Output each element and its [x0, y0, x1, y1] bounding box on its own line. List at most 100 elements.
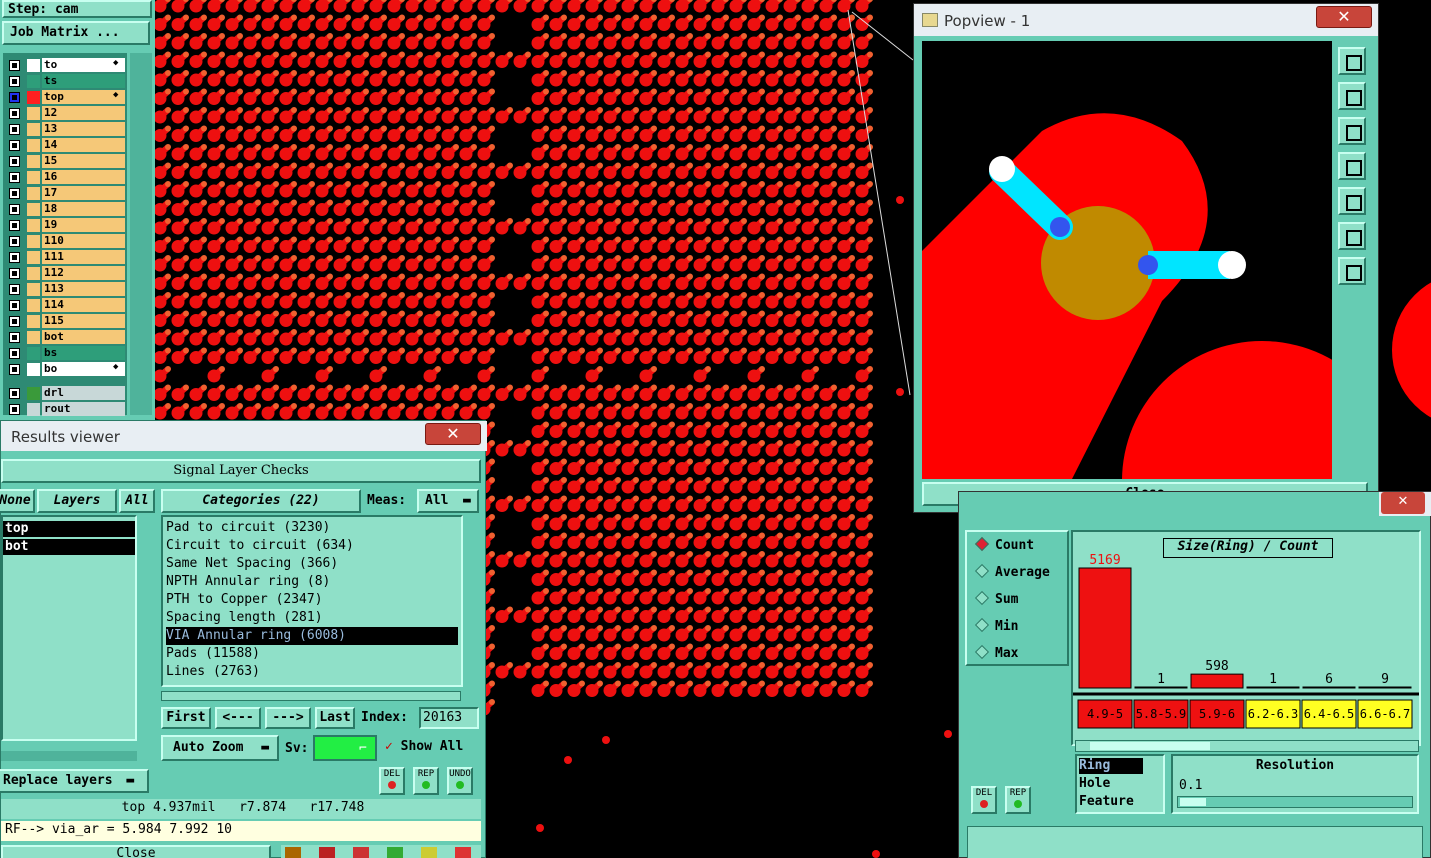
job-matrix-button[interactable]: Job Matrix ...	[2, 21, 150, 45]
layer-color-swatch[interactable]	[27, 187, 40, 200]
layer-name[interactable]: 112	[42, 266, 125, 280]
layers-list[interactable]: top bot	[1, 515, 137, 741]
layer-checkbox[interactable]	[9, 300, 20, 311]
layer-name[interactable]: 13	[42, 122, 125, 136]
layer-checkbox[interactable]	[9, 60, 20, 71]
layer-row[interactable]: 110	[3, 233, 127, 249]
layer-color-swatch[interactable]	[27, 331, 40, 344]
category-item[interactable]: Circuit to circuit (634)	[166, 537, 354, 555]
zoom-in-icon[interactable]	[1338, 222, 1366, 250]
layer-row[interactable]: drl	[3, 385, 127, 401]
histogram-close-icon[interactable]: ✕	[1381, 492, 1425, 514]
replace-layers-select[interactable]: Replace layers ▬	[0, 769, 149, 793]
layer-checkbox[interactable]	[9, 268, 20, 279]
layer-color-swatch[interactable]	[27, 283, 40, 296]
radio-max[interactable]: Max	[974, 644, 1018, 661]
first-button[interactable]: First	[161, 707, 211, 729]
replace-histogram-button[interactable]: REP	[1005, 786, 1031, 814]
close-button[interactable]: Close	[1, 845, 271, 858]
replace-result-button[interactable]: REP	[413, 767, 439, 795]
layer-color-swatch[interactable]	[27, 363, 40, 376]
histogram-bar[interactable]	[1078, 567, 1132, 689]
histogram-bar[interactable]	[1134, 686, 1188, 689]
layer-color-swatch[interactable]	[27, 219, 40, 232]
layer-checkbox[interactable]	[9, 76, 20, 87]
layer-color-swatch[interactable]	[27, 403, 40, 416]
layer-color-swatch[interactable]	[27, 59, 40, 72]
layer-color-swatch[interactable]	[27, 123, 40, 136]
layers-list-scrollbar[interactable]	[1, 751, 137, 761]
layer-icon[interactable]	[285, 847, 301, 858]
zoom-window-icon[interactable]	[1338, 47, 1366, 75]
layer-name[interactable]: 16	[42, 170, 125, 184]
histogram-titlebar[interactable]: ✕	[1379, 492, 1431, 516]
layer-color-swatch[interactable]	[27, 387, 40, 400]
chart-icon[interactable]	[455, 847, 471, 858]
layer-row[interactable]: bo ◆	[3, 361, 127, 377]
layer-color-swatch[interactable]	[27, 267, 40, 280]
layer-name[interactable]: bs	[42, 346, 125, 360]
layer-row[interactable]: 19	[3, 217, 127, 233]
layer-row[interactable]: rout	[3, 401, 127, 417]
layer-name[interactable]: ts	[42, 74, 125, 88]
popview-close-icon[interactable]: ✕	[1316, 6, 1372, 28]
category-item[interactable]: Spacing length (281)	[166, 609, 323, 627]
layer-checkbox[interactable]	[9, 188, 20, 199]
layer-checkbox[interactable]	[9, 252, 20, 263]
layer-row[interactable]: 12	[3, 105, 127, 121]
histogram-bar[interactable]	[1302, 686, 1356, 689]
pan-right-icon[interactable]	[1338, 187, 1366, 215]
results-viewer-close-icon[interactable]: ✕	[425, 423, 481, 445]
layer-name[interactable]: drl	[42, 386, 125, 400]
layer-name[interactable]: 19	[42, 218, 125, 232]
category-item[interactable]: Pad to circuit (3230)	[166, 519, 330, 537]
category-item[interactable]: Same Net Spacing (366)	[166, 555, 338, 573]
layer-checkbox[interactable]	[9, 404, 20, 415]
pan-up-icon[interactable]	[1338, 82, 1366, 110]
layer-checkbox[interactable]	[9, 332, 20, 343]
layer-row[interactable]: 112	[3, 265, 127, 281]
layer-name[interactable]: 14	[42, 138, 125, 152]
results-viewer-titlebar[interactable]: Results viewer ✕	[1, 421, 487, 451]
layer-row[interactable]: 14	[3, 137, 127, 153]
layer-row[interactable]: bot	[3, 329, 127, 345]
layer-name[interactable]: 111	[42, 250, 125, 264]
category-item[interactable]: VIA Annular ring (6008)	[166, 627, 458, 645]
histogram-bar[interactable]	[1190, 673, 1244, 689]
categories-scrollbar[interactable]	[465, 515, 481, 687]
delete-histogram-button[interactable]: DEL	[971, 786, 997, 814]
layer-name[interactable]: 12	[42, 106, 125, 120]
pan-down-icon[interactable]	[1338, 117, 1366, 145]
layer-checkbox[interactable]	[9, 156, 20, 167]
categories-list[interactable]: Pad to circuit (3230) Circuit to circuit …	[161, 515, 463, 687]
pan-left-icon[interactable]	[1338, 152, 1366, 180]
layer-row[interactable]: bs	[3, 345, 127, 361]
scroll-thumb[interactable]	[1090, 742, 1210, 750]
auto-zoom-select[interactable]: Auto Zoom ▬	[161, 735, 279, 761]
layer-color-swatch[interactable]	[27, 203, 40, 216]
layer-color-swatch[interactable]	[27, 91, 40, 104]
popview-canvas[interactable]	[922, 41, 1332, 479]
field-list[interactable]: Ring Hole Feature	[1075, 754, 1165, 814]
layer-color-swatch[interactable]	[27, 235, 40, 248]
layer-name[interactable]: rout	[42, 402, 125, 416]
category-item[interactable]: PTH to Copper (2347)	[166, 591, 323, 609]
list-icon[interactable]	[421, 847, 437, 858]
layer-row[interactable]: top ◆	[3, 89, 127, 105]
layer-checkbox[interactable]	[9, 204, 20, 215]
meas-select[interactable]: All ▬	[417, 489, 479, 513]
layer-row[interactable]: 114	[3, 297, 127, 313]
layers-button[interactable]: Layers	[37, 489, 117, 513]
layer-checkbox[interactable]	[9, 388, 20, 399]
layer-row[interactable]: 111	[3, 249, 127, 265]
delete-result-button[interactable]: DEL	[379, 767, 405, 795]
layer-checkbox[interactable]	[9, 220, 20, 231]
radio-count[interactable]: Count	[974, 536, 1034, 553]
histogram-bar[interactable]	[1358, 686, 1412, 689]
layer-checkbox[interactable]	[9, 364, 20, 375]
all-button[interactable]: All	[119, 489, 155, 513]
layer-color-swatch[interactable]	[27, 299, 40, 312]
next-button[interactable]: --->	[265, 707, 311, 729]
field-item[interactable]: Hole	[1079, 776, 1110, 791]
layer-menu-icon[interactable]: ◆	[113, 362, 118, 372]
